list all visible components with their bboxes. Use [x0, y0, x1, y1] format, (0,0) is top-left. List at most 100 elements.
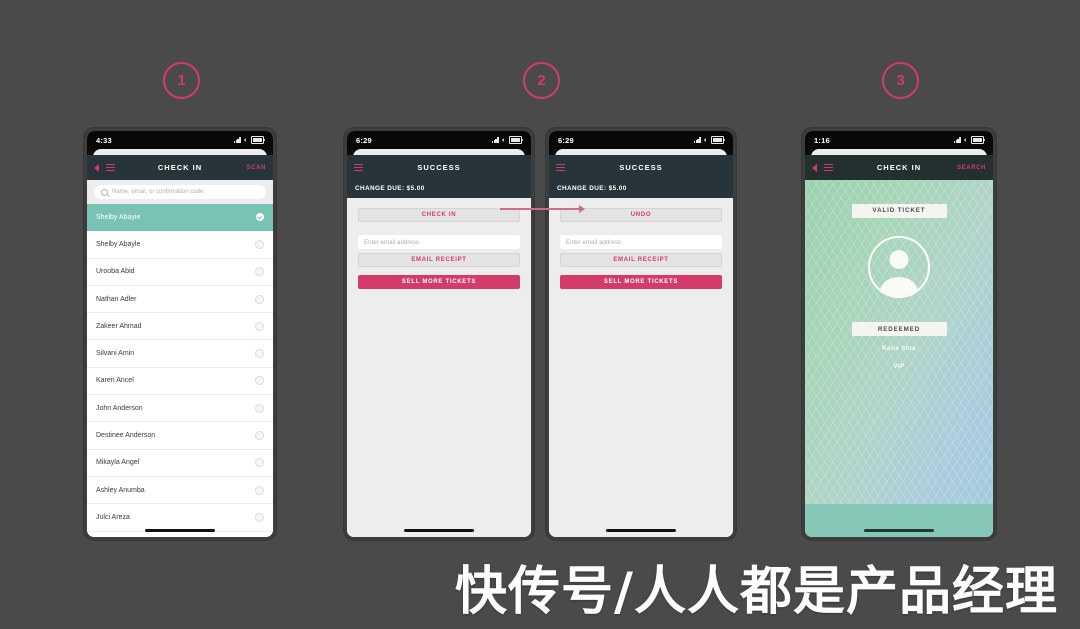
nav-bar: CHECK IN SCAN — [87, 155, 273, 180]
search-input[interactable]: Name, email, or confirmation code — [94, 185, 266, 199]
attendee-row[interactable]: Julci Areza — [87, 504, 273, 532]
unchecked-circle-icon[interactable] — [255, 485, 264, 495]
attendee-row[interactable]: Ashley Anumba — [87, 477, 273, 505]
unchecked-circle-icon[interactable] — [255, 239, 264, 249]
checked-icon[interactable] — [256, 213, 264, 222]
signal-icon — [233, 137, 241, 143]
wifi-icon: ◐ — [703, 136, 708, 144]
battery-icon — [711, 136, 725, 144]
status-icons: ◐ — [693, 136, 725, 144]
attendee-name: Nathan Adler — [96, 295, 137, 303]
sell-more-tickets-button[interactable]: SELL MORE TICKETS — [560, 275, 722, 289]
avatar-shoulders — [880, 276, 918, 296]
hamburger-icon[interactable] — [106, 163, 115, 172]
unchecked-circle-icon[interactable] — [255, 458, 264, 468]
home-indicator — [549, 529, 733, 532]
attendee-row[interactable]: Zakeer Ahmad — [87, 313, 273, 341]
valid-ticket-badge: VALID TICKET — [851, 203, 947, 218]
attendee-row[interactable]: Karen Ancel — [87, 368, 273, 396]
signal-icon — [953, 137, 961, 143]
ticket-panel: VALID TICKET REDEEMED Katie Shia VIP — [805, 180, 993, 537]
attendee-name: Shelby Abayle — [96, 240, 141, 248]
page-title: SUCCESS — [619, 163, 663, 172]
attendee-name: Shelby Abayie — [96, 213, 141, 221]
status-bar: 4:33 ◐ — [87, 131, 273, 149]
unchecked-circle-icon[interactable] — [255, 431, 264, 441]
attendee-row[interactable]: Shelby Abayie — [87, 204, 273, 232]
status-time: 1:16 — [814, 135, 830, 145]
email-field[interactable]: Enter email address — [560, 235, 722, 249]
page-title: SUCCESS — [417, 163, 461, 172]
home-indicator — [347, 529, 531, 532]
unchecked-circle-icon[interactable] — [255, 267, 264, 277]
scan-button[interactable]: SCAN — [247, 165, 266, 171]
attendee-name: Urooba Abid — [96, 268, 135, 276]
check-in-button[interactable]: CHECK IN — [358, 208, 520, 222]
email-field[interactable]: Enter email address — [358, 235, 520, 249]
search-bar-container: Name, email, or confirmation code — [87, 180, 273, 204]
sell-more-tickets-button[interactable]: SELL MORE TICKETS — [358, 275, 520, 289]
unchecked-circle-icon[interactable] — [255, 321, 264, 331]
attendee-name: Karen Ancel — [96, 377, 134, 385]
wifi-icon: ◐ — [501, 136, 506, 144]
search-icon — [101, 188, 108, 196]
step-badge-2: 2 — [523, 62, 560, 99]
attendee-name: Silvani Amin — [96, 350, 135, 358]
status-icons: ◐ — [953, 136, 985, 144]
status-bar: 6:29 ◐ — [347, 131, 531, 149]
nav-left-group — [812, 163, 833, 172]
phone-mockup-checkin-list: 4:33 ◐ CHECK IN SCAN Name, email, or con… — [84, 128, 276, 540]
attendee-list[interactable]: Shelby Abayie Shelby Abayle Urooba Abid Nat… — [87, 204, 273, 532]
search-button[interactable]: SEARCH — [957, 165, 986, 171]
avatar-head — [889, 249, 909, 269]
unchecked-circle-icon[interactable] — [255, 349, 264, 359]
phone-mockup-success-undo: 6:29 ◐ SUCCESS CHANGE DUE: $5.00 UNDO En… — [546, 128, 736, 540]
change-due-label: CHANGE DUE: $5.00 — [549, 180, 733, 198]
nav-bar: SUCCESS — [549, 155, 733, 180]
status-time: 6:29 — [558, 135, 574, 145]
email-receipt-button[interactable]: EMAIL RECEIPT — [560, 253, 722, 267]
nav-bar: SUCCESS — [347, 155, 531, 180]
attendee-name: Ashley Anumba — [96, 486, 145, 494]
hamburger-icon[interactable] — [354, 163, 363, 172]
redeemed-badge: REDEEMED — [851, 322, 947, 336]
attendee-row[interactable]: Destinee Anderson — [87, 422, 273, 450]
canvas: 1 2 3 4:33 ◐ CHECK IN SCAN Name, email, … — [0, 0, 1080, 629]
attendee-row[interactable]: John Anderson — [87, 395, 273, 423]
attendee-name: Julci Areza — [96, 513, 130, 521]
wifi-icon: ◐ — [243, 136, 248, 144]
battery-icon — [251, 136, 265, 144]
attendee-name: Mikayla Angel — [96, 459, 140, 467]
attendee-name: Zakeer Ahmad — [96, 322, 142, 330]
email-receipt-button[interactable]: EMAIL RECEIPT — [358, 253, 520, 267]
attendee-row[interactable]: Mikayla Angel — [87, 450, 273, 477]
status-time: 6:29 — [356, 135, 372, 145]
success-body: UNDO Enter email address EMAIL RECEIPT S… — [549, 198, 733, 537]
guest-name: Katie Shia — [882, 345, 916, 352]
hamburger-icon[interactable] — [824, 163, 833, 172]
step-badge-1: 1 — [163, 62, 200, 99]
back-chevron-icon[interactable] — [94, 163, 99, 172]
phone1-screen: 4:33 ◐ CHECK IN SCAN Name, email, or con… — [87, 131, 273, 537]
attendee-name: John Anderson — [96, 404, 143, 412]
attendee-row[interactable]: Shelby Abayle — [87, 231, 273, 259]
status-icons: ◐ — [233, 136, 265, 144]
flow-arrow — [500, 205, 585, 213]
battery-icon — [509, 136, 523, 144]
attendee-row[interactable]: Urooba Abid — [87, 259, 273, 286]
success-body: CHECK IN Enter email address EMAIL RECEI… — [347, 198, 531, 537]
unchecked-circle-icon[interactable] — [255, 403, 264, 413]
phone2-screen: 6:29 ◐ SUCCESS CHANGE DUE: $5.00 CHECK I… — [347, 131, 531, 537]
back-chevron-icon[interactable] — [812, 163, 817, 172]
change-due-label: CHANGE DUE: $5.00 — [347, 180, 531, 198]
unchecked-circle-icon[interactable] — [255, 512, 264, 522]
attendee-row[interactable]: Silvani Amin — [87, 340, 273, 368]
status-time: 4:33 — [96, 135, 112, 145]
unchecked-circle-icon[interactable] — [255, 376, 264, 386]
attendee-row[interactable]: Nathan Adler — [87, 286, 273, 314]
home-indicator — [805, 529, 993, 532]
status-bar: 1:16 ◐ — [805, 131, 993, 149]
wifi-icon: ◐ — [963, 136, 968, 144]
hamburger-icon[interactable] — [556, 163, 565, 172]
unchecked-circle-icon[interactable] — [255, 294, 264, 304]
